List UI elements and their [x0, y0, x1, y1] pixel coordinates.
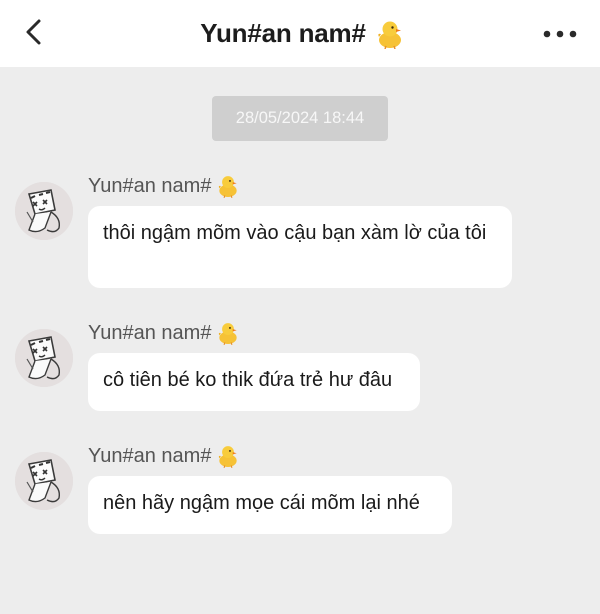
avatar-image — [15, 182, 73, 240]
message-bubble[interactable]: nên hãy ngậm mọe cái mõm lại nhé — [88, 476, 452, 534]
sender-name-row: Yun#an nam# — [88, 174, 239, 198]
avatar-image — [15, 329, 73, 387]
more-horizontal-icon — [543, 30, 577, 38]
sender-name-row: Yun#an nam# — [88, 321, 239, 345]
chat-title: Yun#an nam# — [200, 18, 366, 48]
timestamp-badge: 28/05/2024 18:44 — [212, 96, 388, 141]
sender-name: Yun#an nam# — [88, 444, 212, 467]
chick-emoji-icon — [376, 19, 404, 49]
chevron-left-icon — [26, 19, 41, 45]
avatar[interactable] — [15, 452, 73, 510]
chat-title-wrap: Yun#an nam# — [200, 18, 403, 49]
message-bubble[interactable]: thôi ngậm mõm vào cậu bạn xàm lờ của tôi — [88, 206, 512, 288]
sender-name-row: Yun#an nam# — [88, 444, 239, 468]
avatar[interactable] — [15, 329, 73, 387]
chick-emoji-icon — [217, 174, 239, 198]
sender-name: Yun#an nam# — [88, 174, 212, 197]
back-button[interactable] — [18, 14, 48, 50]
avatar-image — [15, 452, 73, 510]
chat-header: Yun#an nam# — [0, 0, 600, 67]
more-options-button[interactable] — [540, 20, 580, 48]
avatar[interactable] — [15, 182, 73, 240]
chick-emoji-icon — [217, 321, 239, 345]
chick-emoji-icon — [217, 444, 239, 468]
message-bubble[interactable]: cô tiên bé ko thik đứa trẻ hư đâu — [88, 353, 420, 411]
sender-name: Yun#an nam# — [88, 321, 212, 344]
